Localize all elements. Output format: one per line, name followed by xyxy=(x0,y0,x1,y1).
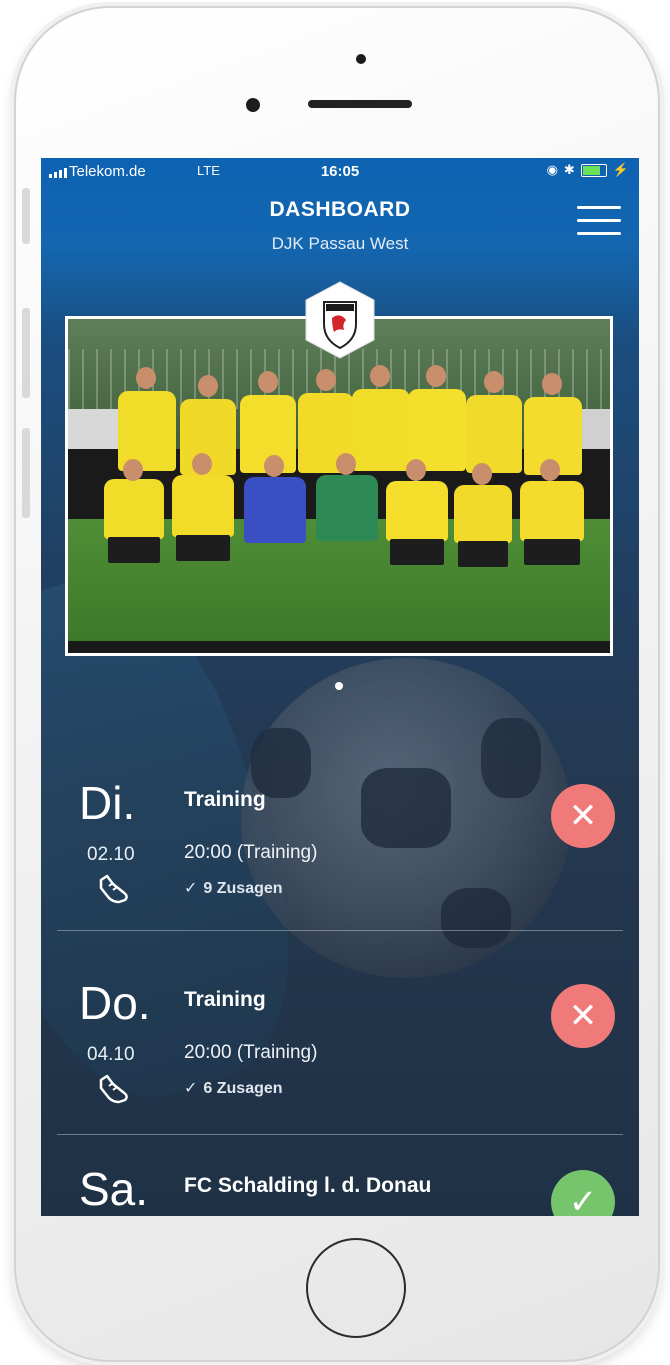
check-icon: ✓ xyxy=(568,1183,598,1216)
close-icon: ✕ xyxy=(568,997,598,1035)
event-accepts: ✓ 6 Zusagen xyxy=(184,1080,283,1097)
event-time: 20:00 (Training) xyxy=(184,842,318,863)
event-weekday: Do. xyxy=(79,977,151,1029)
event-title: Training xyxy=(184,788,266,811)
event-title: Training xyxy=(184,988,266,1011)
team-photo[interactable] xyxy=(65,316,613,656)
check-small-icon: ✓ xyxy=(184,1080,198,1097)
earpiece-speaker xyxy=(308,100,412,108)
accept-button[interactable]: ✓ xyxy=(551,1170,615,1216)
charging-icon: ⚡ xyxy=(612,162,629,177)
close-icon: ✕ xyxy=(568,797,598,835)
check-small-icon: ✓ xyxy=(184,880,198,897)
divider xyxy=(57,1134,623,1135)
event-date: 04.10 xyxy=(87,1044,135,1065)
team-name: DJK Passau West xyxy=(271,234,409,253)
club-crest-icon xyxy=(305,281,375,359)
bluetooth-icon: ✱ xyxy=(563,162,575,177)
event-row[interactable]: Do. 04.10 Training 20:00 (Training) ✓ 6 Z… xyxy=(41,976,639,1156)
football-boot-icon xyxy=(99,874,128,904)
divider xyxy=(57,930,623,931)
event-accepts: ✓ 9 Zusagen xyxy=(184,880,283,897)
event-weekday: Di. xyxy=(79,777,136,829)
event-time: 20:00 (Training) xyxy=(184,1042,318,1063)
event-weekday: Sa. xyxy=(79,1163,149,1215)
page-title: DASHBOARD xyxy=(269,198,411,221)
app-screen: Telekom.de LTE 16:05 ◉ ✱ ⚡ DASHBOARD DJK… xyxy=(41,158,639,1216)
decline-button[interactable]: ✕ xyxy=(551,784,615,848)
decline-button[interactable]: ✕ xyxy=(551,984,615,1048)
event-title: FC Schalding l. d. Donau xyxy=(184,1174,432,1197)
battery-icon xyxy=(580,163,607,177)
event-row[interactable]: Di. 02.10 Training 20:00 (Training) ✓ 9 Z… xyxy=(41,776,639,956)
home-button[interactable] xyxy=(306,1238,406,1338)
proximity-sensor xyxy=(356,54,366,64)
volume-up-button xyxy=(22,308,30,398)
mute-switch xyxy=(22,188,30,244)
event-row[interactable]: Sa. FC Schalding l. d. Donau ✓ xyxy=(41,1162,639,1216)
status-bar: Telekom.de LTE 16:05 ◉ ✱ ⚡ xyxy=(41,158,639,188)
carousel-page-indicator[interactable] xyxy=(335,682,343,690)
volume-down-button xyxy=(22,428,30,518)
hamburger-menu-icon[interactable] xyxy=(577,202,623,240)
event-date: 02.10 xyxy=(87,844,135,865)
football-boot-icon xyxy=(99,1074,128,1104)
status-icons: ◉ ✱ ⚡ xyxy=(547,162,629,178)
front-camera xyxy=(246,98,260,112)
rotation-lock-icon: ◉ xyxy=(546,162,558,177)
